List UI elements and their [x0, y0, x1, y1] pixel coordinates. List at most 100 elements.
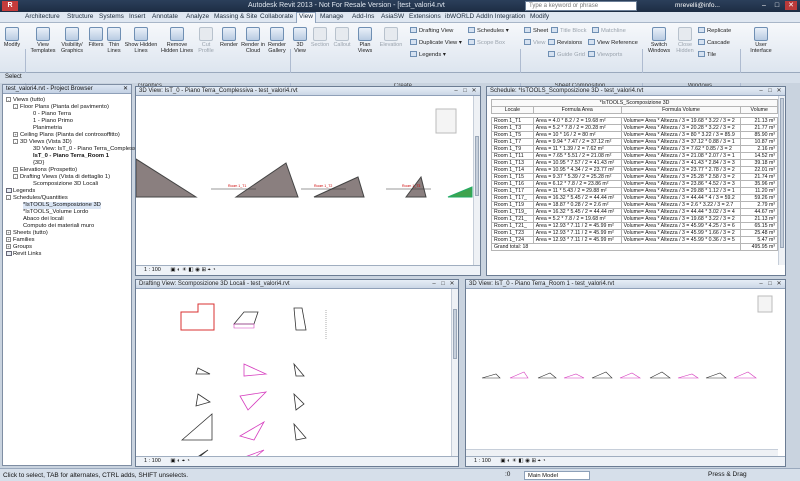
user-account[interactable]: mrevelli@info... [675, 2, 720, 9]
tree-item-abaco-locali[interactable]: Abaco dei locali [23, 216, 64, 223]
expand-icon[interactable]: + [13, 132, 18, 137]
maximize-icon[interactable]: □ [766, 280, 774, 288]
tree-item-piano-primo[interactable]: 1 - Piano Primo [33, 118, 73, 125]
table-cell[interactable]: 25.48 m³ [740, 229, 778, 237]
switch-windows-button[interactable]: Switch Windows [646, 27, 672, 54]
modify-button[interactable]: Modify [2, 27, 22, 48]
collapse-icon[interactable]: - [13, 104, 18, 109]
table-cell[interactable]: Area = 10.95 * 4.34 / 2 = 23.77 m² [532, 166, 622, 174]
collapse-icon[interactable]: - [6, 97, 11, 102]
table-cell[interactable]: 5.47 m³ [740, 236, 778, 244]
filters-button[interactable]: Filters [87, 27, 105, 48]
vertical-scrollbar[interactable] [473, 96, 480, 265]
cut-profile-button[interactable]: Cut Profile [196, 27, 216, 54]
view-button[interactable]: View [524, 39, 545, 46]
table-cell[interactable]: Volume= Area * Altezza / 3 = 44.44 * 4 /… [620, 194, 742, 202]
3d-view-button[interactable]: 3D View [292, 27, 308, 54]
tree-item-floor-plans[interactable]: - Floor Plans (Pianta del pavimento) [13, 104, 109, 111]
active-model-dropdown[interactable]: Main Model [524, 471, 590, 480]
table-row[interactable]: Room 1_T16 Area = 6.12 * 7.8 / 2 = 23.86 … [491, 180, 778, 188]
section-button[interactable]: Section [310, 27, 330, 48]
drafting-canvas[interactable] [136, 290, 452, 460]
table-cell[interactable]: Volume= Area * Altezza / 3 = 20.28 * 3.2… [620, 124, 742, 132]
table-cell[interactable]: Area = 12.93 * 7.11 / 2 = 45.99 m² [532, 236, 622, 244]
table-row[interactable]: Room 1_T21_ Area = 12.93 * 7.11 / 2 = 45.… [491, 222, 778, 230]
callout-button[interactable]: Callout [331, 27, 353, 48]
sheet-button[interactable]: Sheet [524, 27, 548, 34]
table-cell[interactable]: Room 1_T23 [491, 229, 534, 237]
title-block-button[interactable]: Title Block [551, 27, 587, 34]
collapse-icon[interactable]: - [13, 174, 18, 179]
table-cell[interactable]: 44.67 m³ [740, 208, 778, 216]
collapse-icon[interactable]: - [6, 195, 11, 200]
elevation-button[interactable]: Elevation [378, 27, 404, 48]
remove-hidden-lines-button[interactable]: Remove Hidden Lines [160, 27, 194, 54]
model-canvas[interactable] [466, 290, 779, 450]
revit-app-icon[interactable]: R [2, 1, 18, 11]
table-cell[interactable]: Room 1_T3 [491, 124, 534, 132]
table-cell[interactable]: Room 1_T7 [491, 138, 534, 146]
tree-item-families[interactable]: + Families [6, 237, 35, 244]
tab-modify[interactable]: Modify [530, 13, 549, 20]
table-row[interactable]: Room 1_T15 Area = 9.37 * 5.39 / 2 = 25.28… [491, 173, 778, 181]
table-row[interactable]: Room 1_T3 Area = 5.2 * 7.8 / 2 = 20.28 m²… [491, 124, 778, 132]
viewcube-icon[interactable] [435, 108, 457, 134]
tree-item-istools-scomposizione[interactable]: *IsTOOLS_Scomposizione 3D [23, 202, 101, 209]
table-row[interactable]: Room 1_T21_ Area = 5.2 * 7.8 / 2 = 19.68 … [491, 215, 778, 223]
tab-asiasw[interactable]: AsiaSW [381, 13, 404, 20]
column-header[interactable]: Formula Area [532, 106, 622, 114]
tree-item-istools-volume[interactable]: *IsTOOLS_Volume Lordo [23, 209, 88, 216]
table-cell[interactable]: Area = 9.94 * 7.47 / 2 = 37.12 m² [532, 138, 622, 146]
table-cell[interactable]: Volume= Area * Altezza / 3 = 37.12 * 0.8… [620, 138, 742, 146]
render-gallery-button[interactable]: Render Gallery [266, 27, 288, 54]
table-cell[interactable]: Room 1_T11 [491, 152, 534, 160]
scale-label[interactable]: 1 : 100 [144, 458, 161, 464]
revisions-button[interactable]: Revisions [548, 39, 582, 46]
search-input[interactable]: Type a keyword or phrase [525, 1, 637, 11]
table-cell[interactable]: Room 1_T9 [491, 145, 534, 153]
tile-button[interactable]: Tile [698, 51, 716, 58]
close-hidden-button[interactable]: Close Hidden [674, 27, 696, 54]
table-row[interactable]: Room 1_T19 Area = 18.87 * 0.28 / 2 = 2.6 … [491, 201, 778, 209]
tab-collaborate[interactable]: Collaborate [260, 13, 293, 20]
maximize-icon[interactable]: □ [766, 87, 774, 95]
table-row[interactable]: Room 1_T19_ Area = 16.32 * 5.45 / 2 = 44.… [491, 208, 778, 216]
matchline-button[interactable]: Matchline [592, 27, 626, 34]
minimize-icon[interactable]: – [452, 87, 460, 95]
maximize-icon[interactable]: □ [771, 1, 783, 10]
table-cell[interactable]: 21.13 m³ [740, 117, 778, 125]
tree-item-legends[interactable]: Legends [6, 188, 35, 195]
render-in-cloud-button[interactable]: Render in Cloud [241, 27, 265, 54]
table-cell[interactable]: 35.96 m³ [740, 180, 778, 188]
guide-grid-button[interactable]: Guide Grid [548, 51, 585, 58]
vertical-scrollbar[interactable] [778, 96, 785, 265]
tree-item-computo-materiali[interactable]: Computo dei materiali muro [23, 223, 94, 230]
tab-systems[interactable]: Systems [99, 13, 124, 20]
table-cell[interactable]: Area = 16.32 * 5.45 / 2 = 44.44 m² [532, 208, 622, 216]
table-row[interactable]: Room 1_T24 Area = 12.93 * 7.11 / 2 = 45.9… [491, 236, 778, 244]
table-cell[interactable]: Area = 11 * 5.43 / 2 = 29.88 m² [532, 187, 622, 195]
table-row[interactable]: Room 1_T17 Area = 11 * 5.43 / 2 = 29.88 m… [491, 187, 778, 195]
table-cell[interactable]: Volume= Area * Altezza / 3 = 41.43 * 2.8… [620, 159, 742, 167]
tree-item-views[interactable]: - Views (tutto) [6, 97, 45, 104]
schedule-pane[interactable]: Schedule: *IsTOOLS_Scomposizione 3D - te… [486, 86, 786, 276]
column-header[interactable]: Volume [740, 106, 778, 114]
view-3d-room-pane[interactable]: 3D View: IsT_0 - Piano Terra_Room 1 - te… [465, 279, 786, 467]
table-row[interactable]: Room 1_T9 Area = 11 * 1.39 / 2 = 7.62 m² V… [491, 145, 778, 153]
select-label[interactable]: Select [5, 74, 22, 80]
table-cell[interactable]: 10.87 m³ [740, 138, 778, 146]
table-cell[interactable]: 22.01 m³ [740, 166, 778, 174]
table-cell[interactable]: Area = 12.93 * 7.11 / 2 = 45.99 m² [532, 222, 622, 230]
table-cell[interactable]: Area = 7.65 * 5.51 / 2 = 21.08 m² [532, 152, 622, 160]
scale-label[interactable]: 1 : 100 [144, 267, 161, 273]
selection-filter-icon[interactable]: :0 [505, 471, 510, 478]
table-cell[interactable]: Room 1_T17_ [491, 194, 534, 202]
table-cell[interactable]: Room 1_T21_ [491, 222, 534, 230]
render-button[interactable]: Render [218, 27, 240, 48]
table-cell[interactable]: Area = 5.2 * 7.8 / 2 = 19.68 m² [532, 215, 622, 223]
view-reference-button[interactable]: View Reference [588, 39, 638, 46]
table-cell[interactable]: 11.20 m³ [740, 187, 778, 195]
table-row[interactable]: Room 1_T14 Area = 10.95 * 4.34 / 2 = 23.7… [491, 166, 778, 174]
table-cell[interactable]: Volume= Area * Altezza / 3 = 23.77 * 2.7… [620, 166, 742, 174]
thin-lines-button[interactable]: Thin Lines [106, 27, 122, 54]
